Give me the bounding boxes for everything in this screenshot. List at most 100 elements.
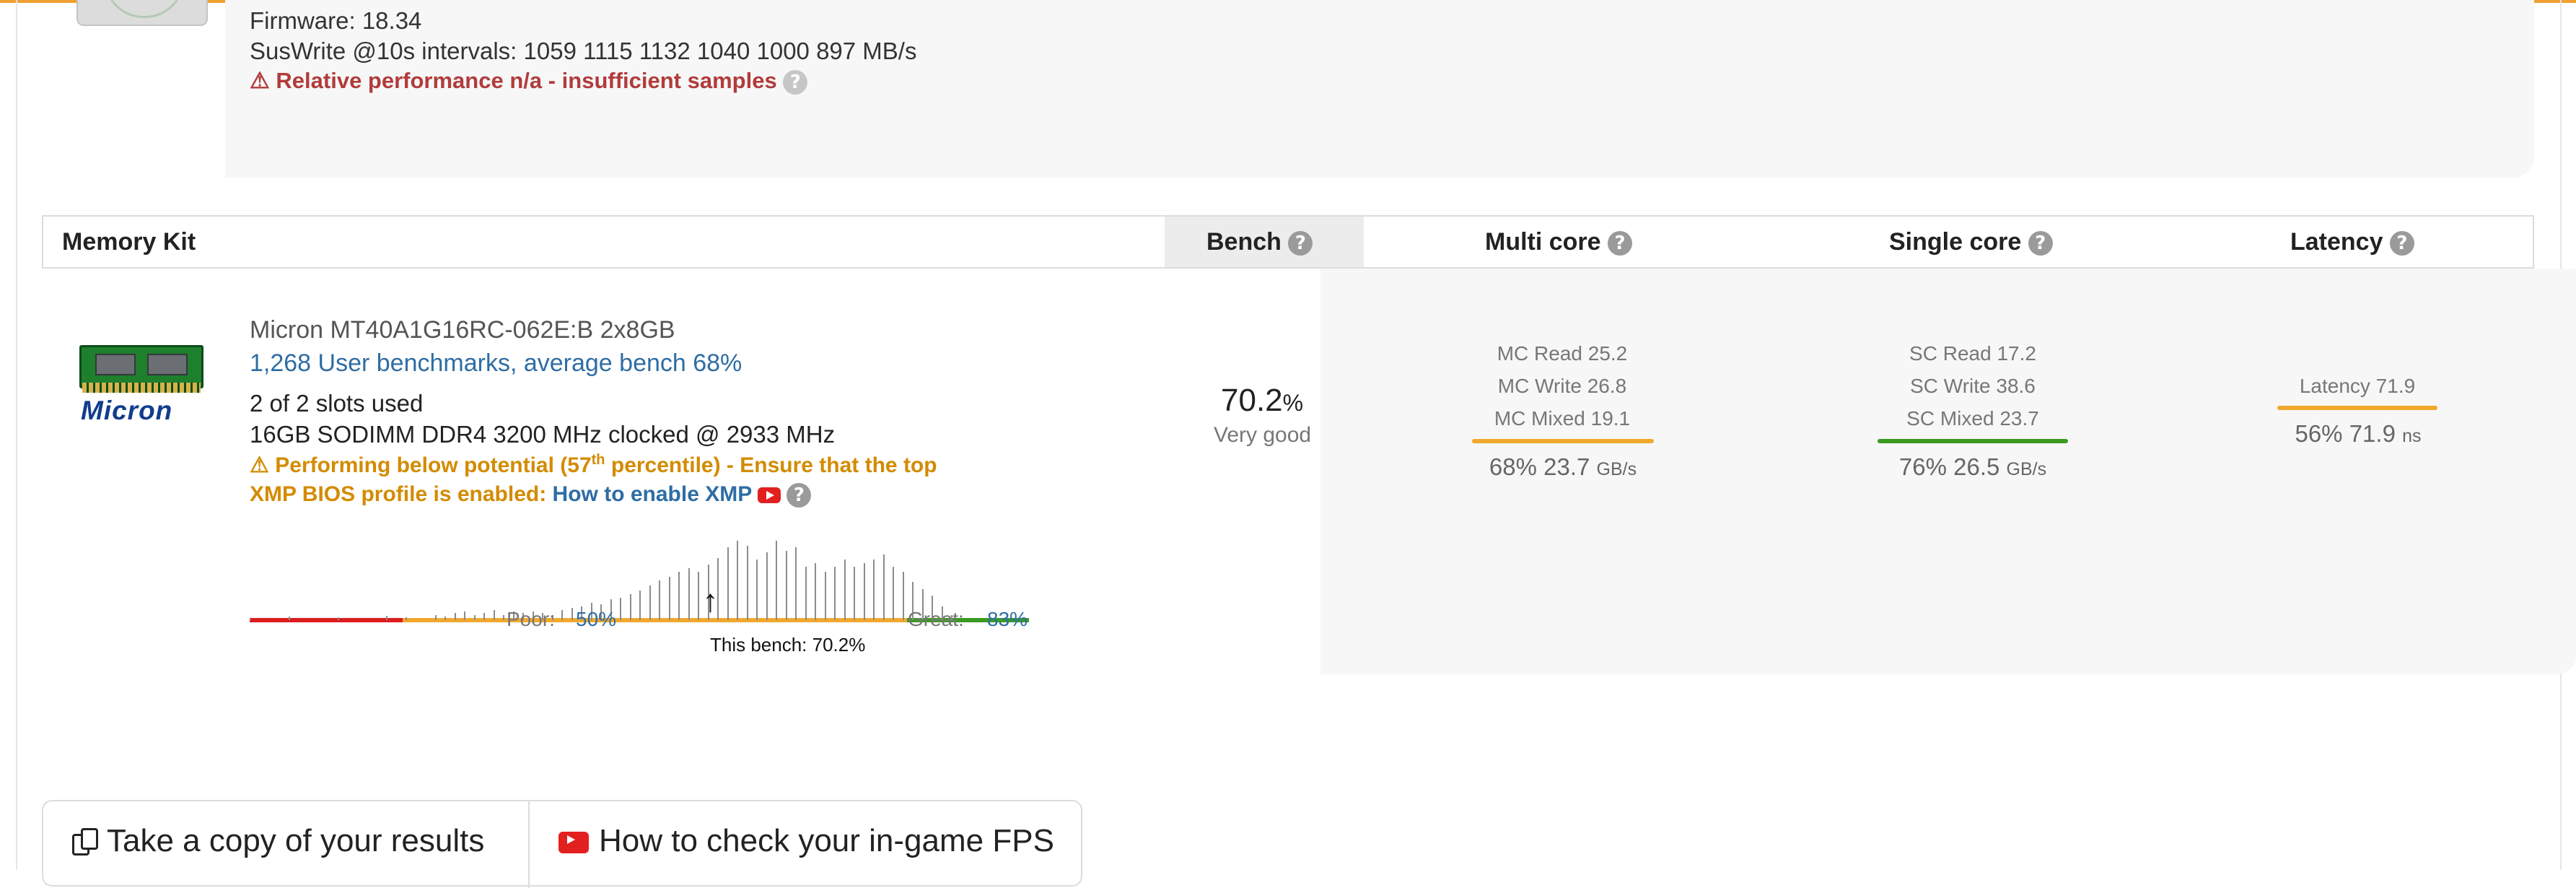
distribution-baseline-poor [250, 618, 403, 622]
latency-bar [2277, 406, 2437, 410]
single-core-summary: 76% 26.5 GB/s [1865, 453, 2081, 481]
bench-score: 70.2% [1221, 383, 1303, 419]
mc-write: MC Write 26.8 [1497, 375, 1627, 397]
distribution-bar [834, 566, 836, 620]
insufficient-samples-warning: ⚠ Relative performance n/a - insufficien… [250, 68, 808, 95]
header-latency[interactable]: Latency ? [2290, 217, 2414, 267]
warning-text: Relative performance n/a - insufficient … [276, 68, 777, 93]
xmp-warning-line: XMP BIOS profile is enabled: How to enab… [250, 482, 812, 508]
distribution-bar [737, 540, 738, 620]
warning-superscript: th [591, 452, 605, 468]
distribution-bar [873, 560, 875, 620]
distribution-bar [561, 609, 563, 620]
copy-icon [72, 828, 100, 857]
distribution-bar [629, 594, 631, 620]
distribution-bar [746, 545, 748, 620]
mc-mixed: MC Mixed 19.1 [1494, 407, 1631, 430]
distribution-bar [386, 616, 387, 620]
distribution-bar [620, 597, 621, 620]
distribution-bar [805, 566, 807, 620]
distribution-bar [698, 571, 699, 620]
distribution-bar [473, 614, 476, 620]
header-latency-label: Latency [2290, 228, 2383, 256]
distribution-bar [493, 609, 495, 620]
warning-icon: ⚠ [250, 453, 269, 477]
button-divider [528, 801, 530, 888]
distribution-bar [766, 552, 768, 620]
help-icon[interactable]: ? [2028, 231, 2053, 256]
firmware-text: Firmware: 18.34 [250, 7, 422, 34]
distribution-bar [688, 568, 690, 620]
multi-core-value: 23.7 [1543, 453, 1590, 480]
distribution-bar [454, 613, 456, 620]
latency-line: Latency 71.9 [2299, 375, 2416, 397]
distribution-bar [483, 613, 485, 620]
distribution-bar [893, 566, 894, 620]
distribution-bar [434, 614, 437, 620]
multi-core-pct: 68% [1489, 453, 1537, 480]
distribution-bar [289, 617, 290, 620]
warning-text-end: percentile) - Ensure that the top [605, 453, 937, 477]
youtube-icon [558, 832, 589, 854]
header-single-core[interactable]: Single core ? [1889, 217, 2053, 267]
single-core-value: 26.5 [1953, 453, 2000, 480]
latency-pct: 56% [2295, 420, 2343, 447]
distribution-bar [659, 580, 660, 620]
help-icon[interactable]: ? [783, 69, 808, 95]
help-icon[interactable]: ? [787, 483, 812, 508]
slots-used: 2 of 2 slots used [250, 390, 424, 417]
results-actions: Take a copy of your results How to check… [42, 800, 1082, 888]
performance-warning: ⚠ Performing below potential (57th perce… [250, 452, 937, 478]
check-fps-label: How to check your in-game FPS [599, 823, 1054, 858]
header-bench[interactable]: Bench ? [1206, 217, 1313, 267]
poor-value: 50% [576, 608, 617, 630]
distribution-bar [844, 560, 846, 620]
single-core-pct: 76% [1898, 453, 1947, 480]
suswrite-text: SusWrite @10s intervals: 1059 1115 1132 … [250, 38, 917, 64]
copy-results-label: Take a copy of your results [107, 823, 485, 858]
header-memory-kit[interactable]: Memory Kit [62, 217, 196, 267]
xmp-warning-text: XMP BIOS profile is enabled: [250, 482, 547, 506]
header-multi-core-label: Multi core [1485, 228, 1601, 256]
table-header: Memory Kit Bench ? Multi core ? Single c… [42, 215, 2534, 269]
help-icon[interactable]: ? [1608, 231, 1633, 256]
latency-value: 71.9 [2349, 420, 2396, 447]
help-icon[interactable]: ? [1288, 231, 1313, 256]
distribution-bar [639, 591, 641, 620]
multi-core-unit: GB/s [1596, 459, 1637, 479]
youtube-icon[interactable] [758, 487, 781, 504]
distribution-bar [727, 547, 729, 620]
check-fps-button[interactable]: How to check your in-game FPS [558, 801, 1054, 881]
distribution-bar [863, 562, 865, 620]
bench-score-value: 70.2 [1221, 383, 1283, 418]
latency-summary: 56% 71.9 ns [2250, 420, 2466, 448]
distribution-bar [854, 566, 855, 620]
distribution-bar [776, 540, 777, 620]
distribution-bar [649, 586, 651, 620]
header-bench-label: Bench [1206, 228, 1282, 256]
warning-icon: ⚠ [250, 68, 270, 93]
user-benchmarks-link[interactable]: 1,268 User benchmarks, average bench 68% [250, 349, 742, 378]
distribution-baseline-average [402, 618, 907, 622]
distribution-bar [250, 618, 251, 620]
multi-core-bar [1472, 439, 1654, 443]
mc-read: MC Read 25.2 [1497, 342, 1628, 365]
help-icon[interactable]: ? [2389, 231, 2414, 256]
single-core-bar [1878, 439, 2068, 443]
memory-kit-name[interactable]: Micron MT40A1G16RC-062E:B 2x8GB [250, 316, 675, 344]
distribution-bar [902, 571, 904, 620]
ram-module-icon [79, 345, 203, 394]
this-bench-arrow-icon: ↑ [702, 583, 719, 619]
drive-thumbnail [76, 0, 208, 26]
this-bench-label: This bench: 70.2% [710, 634, 866, 656]
great-label: Great: [908, 608, 964, 630]
header-single-core-label: Single core [1889, 228, 2022, 256]
bench-rating: Very good [1214, 423, 1312, 447]
multi-core-summary: 68% 23.7 GB/s [1455, 453, 1671, 481]
micron-logo: Micron [81, 396, 173, 425]
how-to-enable-xmp-link[interactable]: How to enable XMP [553, 482, 752, 506]
copy-results-button[interactable]: Take a copy of your results [72, 801, 484, 881]
header-multi-core[interactable]: Multi core ? [1485, 217, 1633, 267]
poor-label: Poor: [507, 608, 555, 630]
bench-score-unit: % [1282, 390, 1304, 416]
